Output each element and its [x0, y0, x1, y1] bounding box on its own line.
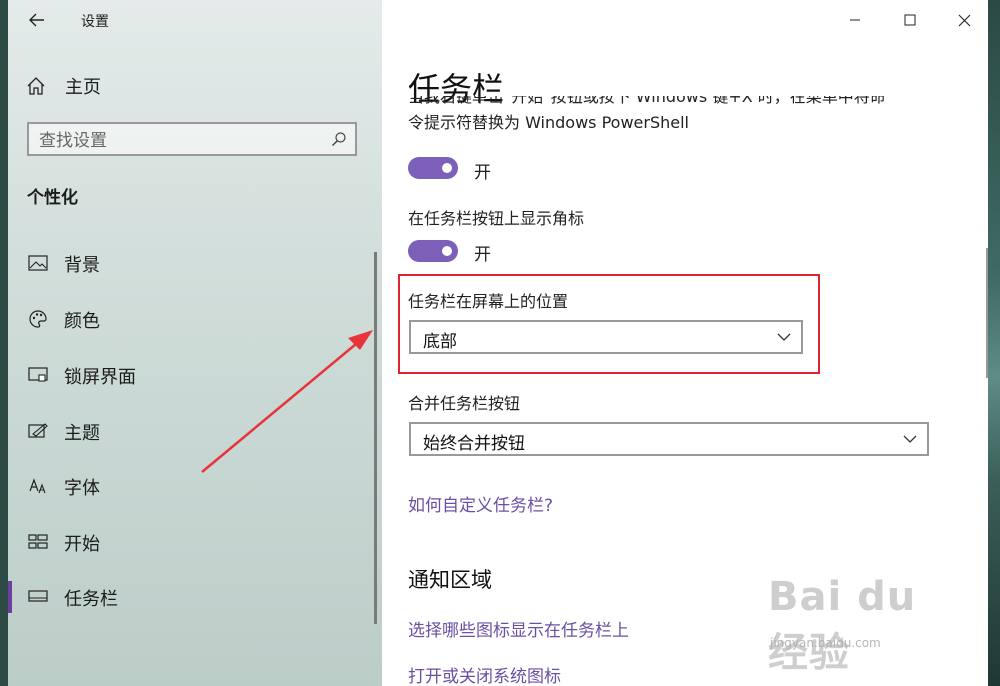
- customize-taskbar-link[interactable]: 如何自定义任务栏?: [408, 491, 553, 516]
- search-icon[interactable]: [331, 131, 347, 147]
- dropdown-value: 始终合并按钮: [423, 434, 525, 454]
- sidebar-item-label: 字体: [64, 478, 100, 499]
- sidebar: 设置 主页 个性化 背景 颜色: [8, 0, 382, 686]
- theme-icon: [27, 420, 49, 442]
- sidebar-item-start[interactable]: 开始: [8, 522, 374, 562]
- select-taskbar-icons-link[interactable]: 选择哪些图标显示在任务栏上: [408, 616, 629, 641]
- combine-dropdown[interactable]: 始终合并按钮: [409, 422, 929, 456]
- watermark-brand: Bai du 经验: [768, 574, 917, 676]
- sidebar-item-label: 背景: [64, 255, 100, 276]
- notification-area-heading: 通知区域: [408, 568, 492, 592]
- combine-setting-label: 合并任务栏按钮: [408, 394, 521, 413]
- toggle-state-label: 开: [474, 245, 491, 265]
- sidebar-item-label: 锁屏界面: [64, 367, 136, 388]
- minimize-icon: [850, 19, 860, 21]
- position-dropdown[interactable]: 底部: [409, 320, 803, 354]
- sidebar-item-background[interactable]: 背景: [8, 243, 374, 283]
- watermark-url: jingyan.baidu.com: [770, 636, 881, 650]
- taskbar-icon: [27, 586, 49, 608]
- desktop-background: [988, 0, 1000, 686]
- setting-text-line: 令提示符替换为 Windows PowerShell: [408, 113, 690, 132]
- toggle-state-label: 开: [474, 163, 491, 183]
- sidebar-item-colors[interactable]: 颜色: [8, 299, 374, 339]
- sidebar-item-themes[interactable]: 主题: [8, 411, 374, 451]
- toggle-knob: [442, 246, 452, 256]
- chevron-down-icon: [777, 333, 791, 341]
- sidebar-item-fonts[interactable]: 字体: [8, 466, 374, 506]
- palette-icon: [27, 308, 49, 330]
- home-icon: [27, 77, 45, 95]
- setting-text-line: 当我右键单击"开始"按钮或按下 Windows 键+X 时，在菜单中将命: [408, 96, 886, 106]
- maximize-button[interactable]: [887, 6, 933, 34]
- sidebar-scrollbar[interactable]: [374, 252, 377, 624]
- sidebar-item-taskbar[interactable]: 任务栏: [8, 577, 374, 617]
- maximize-icon: [904, 14, 916, 26]
- system-icons-link[interactable]: 打开或关闭系统图标: [408, 662, 561, 686]
- sidebar-item-lock-screen[interactable]: 锁屏界面: [8, 355, 374, 395]
- chevron-down-icon: [903, 435, 917, 443]
- badge-setting-label: 在任务栏按钮上显示角标: [408, 209, 585, 228]
- badge-toggle[interactable]: [408, 240, 458, 262]
- sidebar-item-label: 任务栏: [64, 589, 118, 610]
- close-button[interactable]: [941, 6, 987, 34]
- dropdown-value: 底部: [423, 332, 457, 352]
- close-icon: [958, 14, 970, 26]
- start-icon: [27, 531, 49, 553]
- section-title: 个性化: [27, 188, 78, 208]
- search-box: [27, 122, 357, 156]
- app-title: 设置: [81, 14, 109, 30]
- back-button[interactable]: [26, 9, 48, 31]
- font-icon: [27, 475, 49, 497]
- sidebar-item-label: 颜色: [64, 311, 100, 332]
- position-setting-label: 任务栏在屏幕上的位置: [408, 292, 569, 311]
- sidebar-item-label: 开始: [64, 534, 100, 555]
- minimize-button[interactable]: [832, 6, 878, 34]
- lock-screen-icon: [27, 364, 49, 386]
- sidebar-item-label: 主页: [65, 77, 101, 98]
- back-arrow-icon: [29, 13, 44, 27]
- search-input[interactable]: [37, 129, 331, 153]
- toggle-knob: [442, 163, 452, 173]
- baidu-watermark: Bai du 经验 jingyan.baidu.com: [768, 574, 968, 676]
- powershell-setting-text: 当我右键单击"开始"按钮或按下 Windows 键+X 时，在菜单中将命 令提示…: [408, 96, 948, 148]
- main-scrollbar[interactable]: [986, 248, 988, 378]
- powershell-toggle[interactable]: [408, 157, 458, 179]
- picture-icon: [27, 252, 49, 274]
- sidebar-item-home[interactable]: 主页: [26, 72, 101, 100]
- sidebar-item-label: 主题: [64, 423, 100, 444]
